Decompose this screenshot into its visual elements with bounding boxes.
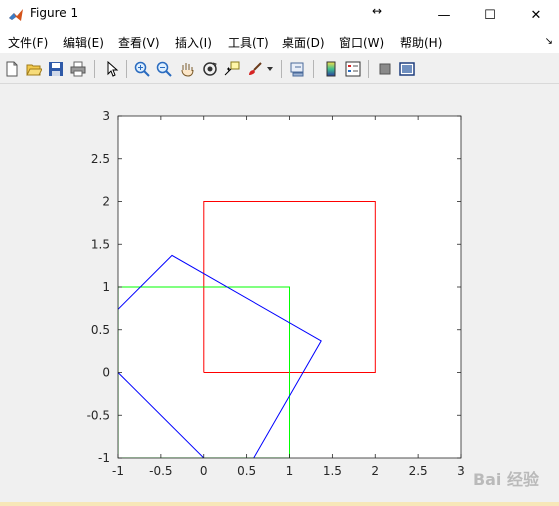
toolbar-divider [281, 60, 282, 78]
resize-arrow-icon: ↔ [372, 4, 383, 18]
menu-window[interactable]: 窗口(W) [339, 34, 384, 51]
brush-icon[interactable] [245, 59, 265, 79]
minimize-icon: — [437, 7, 451, 23]
toolbar-divider [94, 60, 95, 78]
window-title: Figure 1 [30, 6, 79, 20]
new-figure-icon[interactable] [2, 59, 22, 79]
menu-tools[interactable]: 工具(T) [228, 34, 269, 51]
bottom-strip [0, 502, 559, 506]
data-cursor-icon[interactable] [222, 59, 242, 79]
menu-insert[interactable]: 插入(I) [175, 34, 212, 51]
x-tick-label: 3 [457, 464, 465, 478]
menu-bar: 文件(F) 编辑(E) 查看(V) 插入(I) 工具(T) 桌面(D) 窗口(W… [0, 30, 559, 53]
title-bar: Figure 1 ↔ — ☐ ✕ [0, 0, 559, 30]
x-tick-label: -0.5 [149, 464, 172, 478]
maximize-button[interactable]: ☐ [467, 0, 513, 30]
menu-desktop[interactable]: 桌面(D) [282, 34, 325, 51]
toolbar-divider [313, 60, 314, 78]
y-tick-label: -0.5 [87, 408, 110, 422]
x-tick-label: 2.5 [409, 464, 428, 478]
y-tick-label: 2 [102, 195, 110, 209]
x-tick-label: 1.5 [323, 464, 342, 478]
menu-help[interactable]: 帮助(H) [400, 34, 442, 51]
zoom-out-icon[interactable] [154, 59, 174, 79]
save-icon[interactable] [46, 59, 66, 79]
x-tick-label: 0.5 [237, 464, 256, 478]
y-tick-label: 1 [102, 280, 110, 294]
x-tick-label: 2 [371, 464, 379, 478]
figure-toolbar [0, 55, 559, 84]
print-icon[interactable] [68, 59, 88, 79]
y-tick-label: -1 [98, 451, 110, 465]
y-tick-label: 0.5 [91, 323, 110, 337]
menu-file[interactable]: 文件(F) [8, 34, 48, 51]
y-tick-label: 2.5 [91, 152, 110, 166]
minimize-button[interactable]: — [421, 0, 467, 30]
axes-svg[interactable]: -1 -0.5 0 0.5 1 1.5 2 2.5 3 -1 -0.5 0 0.5 1 1.5 2 2.5 3 [0, 84, 559, 502]
link-plot-icon[interactable] [288, 59, 308, 79]
matlab-logo-icon [8, 7, 24, 23]
rotate-3d-icon[interactable] [200, 59, 220, 79]
toolbar-divider [368, 60, 369, 78]
close-button[interactable]: ✕ [513, 0, 559, 30]
watermark-logo: Bai 经验 [472, 470, 539, 489]
zoom-in-icon[interactable] [132, 59, 152, 79]
brush-dropdown-icon[interactable] [264, 59, 276, 79]
menu-view[interactable]: 查看(V) [118, 34, 160, 51]
menu-edit[interactable]: 编辑(E) [63, 34, 104, 51]
legend-icon[interactable] [343, 59, 363, 79]
open-file-icon[interactable] [24, 59, 44, 79]
x-tick-label: 1 [286, 464, 294, 478]
hide-plot-tools-icon[interactable] [375, 59, 395, 79]
x-tick-label: 0 [200, 464, 208, 478]
close-icon: ✕ [530, 7, 542, 23]
toolbar-divider [126, 60, 127, 78]
maximize-icon: ☐ [484, 7, 496, 23]
colorbar-icon[interactable] [321, 59, 341, 79]
show-plot-tools-icon[interactable] [397, 59, 417, 79]
x-tick-label: -1 [112, 464, 124, 478]
dock-arrow-icon[interactable]: ↘ [545, 36, 553, 47]
select-arrow-icon[interactable] [102, 59, 122, 79]
figure-canvas[interactable]: -1 -0.5 0 0.5 1 1.5 2 2.5 3 -1 -0.5 0 0.5 1 1.5 2 2.5 3 [0, 84, 559, 502]
pan-hand-icon[interactable] [177, 59, 197, 79]
y-tick-label: 1.5 [91, 237, 110, 251]
y-tick-label: 0 [102, 366, 110, 380]
y-tick-label: 3 [102, 109, 110, 123]
